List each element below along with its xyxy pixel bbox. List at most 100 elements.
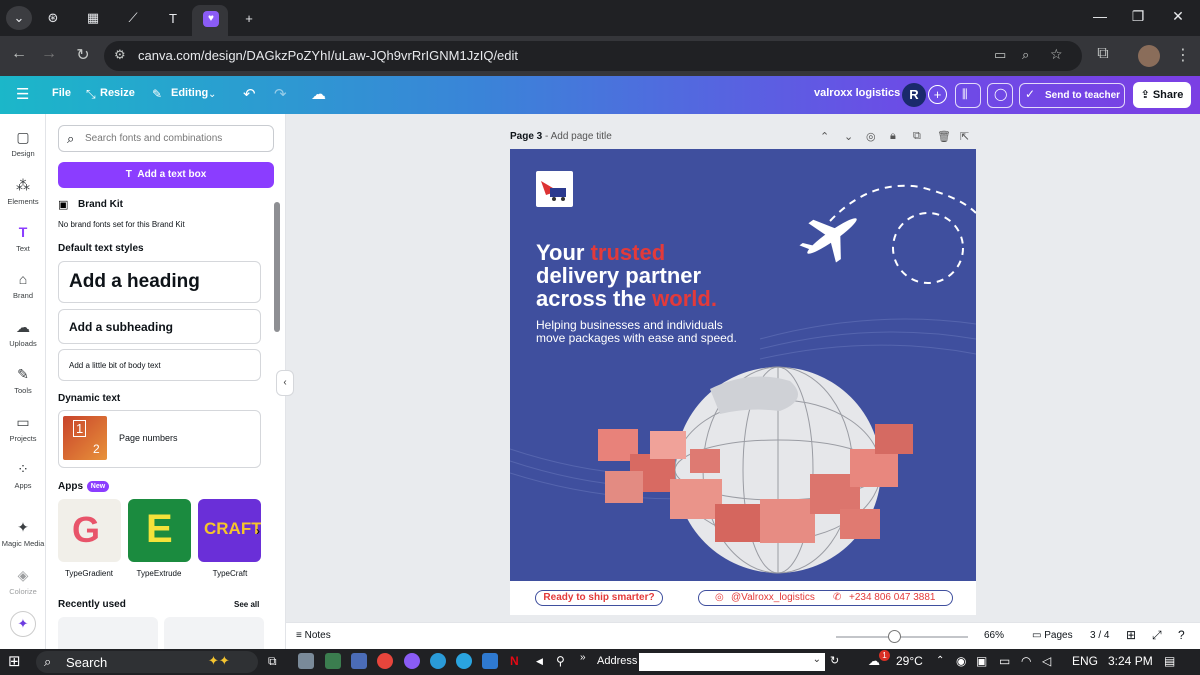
typeextrude-app[interactable]: E	[128, 499, 191, 562]
language-indicator[interactable]: ENG	[1072, 654, 1098, 668]
grid-view-icon[interactable]: ⊞	[1126, 628, 1136, 642]
chrome-menu-icon[interactable]: ⋮	[1172, 45, 1194, 65]
rail-item-colorize[interactable]: ◈ Colorize	[0, 566, 46, 596]
app-icon[interactable]	[325, 653, 341, 669]
wifi-icon[interactable]: ◠	[1021, 654, 1031, 668]
design-canvas[interactable]: Your trusted delivery partner across the…	[510, 149, 976, 615]
taskbar-search[interactable]: ⌕ Search ✦✦	[36, 651, 258, 673]
address-toolbar-input[interactable]: ⌄	[639, 653, 825, 671]
tab-search-icon[interactable]: ⌄	[6, 6, 32, 30]
cast-icon[interactable]: ▭	[994, 47, 1006, 63]
add-subheading-button[interactable]: Add a subheading	[58, 309, 261, 344]
add-page-icon[interactable]: ⇱	[960, 130, 969, 143]
page-down-icon[interactable]: ⌄	[844, 130, 853, 143]
undo-icon[interactable]: ↶	[243, 85, 256, 103]
cloud-sync-icon[interactable]: ☁	[311, 85, 326, 103]
rail-item-elements[interactable]: ⁂ Elements	[0, 176, 46, 206]
go-icon[interactable]: ↻	[830, 654, 839, 667]
volume-icon[interactable]: ◁	[1042, 654, 1051, 668]
delete-icon[interactable]: 🗑︎	[937, 130, 951, 143]
magic-assistant-icon[interactable]: ✦	[10, 611, 36, 637]
add-heading-button[interactable]: Add a heading	[58, 261, 261, 303]
show-hidden-icons[interactable]: ⌃	[936, 655, 944, 666]
profile-avatar[interactable]	[1138, 45, 1160, 67]
telegram-icon[interactable]	[456, 653, 472, 669]
windows-start-icon[interactable]: ⊞	[8, 652, 21, 670]
hide-page-icon[interactable]: ◎	[866, 130, 876, 143]
vscode-icon[interactable]	[482, 653, 498, 669]
editing-dropdown[interactable]: Editing	[171, 87, 208, 99]
rail-item-tools[interactable]: ✎ Tools	[0, 365, 46, 395]
panel-scrollbar[interactable]	[274, 202, 280, 332]
task-view-icon[interactable]: ⧉	[268, 654, 277, 669]
close-button[interactable]: ✕	[1168, 8, 1188, 25]
zoom-slider-handle[interactable]	[888, 630, 902, 643]
add-text-box-button[interactable]: T Add a text box	[58, 162, 274, 188]
url-text[interactable]: canva.com/design/DAGkzPoZYhI/uLaw-JQh9vr…	[138, 48, 518, 63]
add-collaborator-icon[interactable]: +	[928, 85, 947, 104]
forward-icon[interactable]: →	[38, 45, 60, 63]
notion-tab-icon[interactable]: ▦	[80, 6, 106, 30]
app-icon[interactable]	[298, 653, 314, 669]
zoom-percent[interactable]: 66%	[984, 630, 1004, 641]
notes-button[interactable]: ≡ Notes	[296, 630, 331, 641]
comment-button[interactable]: ◯	[987, 83, 1013, 108]
see-all-link[interactable]: See all	[234, 600, 259, 609]
rail-item-uploads[interactable]: ☁ Uploads	[0, 318, 46, 348]
recent-item[interactable]	[58, 617, 158, 649]
send-to-teacher-button[interactable]: ✓ Send to teacher	[1019, 83, 1125, 108]
apps-next-chevron-icon[interactable]: ›	[256, 524, 260, 538]
app-tray-icon[interactable]: ▣	[976, 654, 987, 668]
page-numbers-button[interactable]: 1 2 Page numbers	[58, 410, 261, 468]
rail-item-brand[interactable]: ⌂ Brand	[0, 270, 46, 300]
zoom-icon[interactable]: ⌕	[1022, 47, 1029, 63]
redo-icon[interactable]: ↷	[274, 85, 287, 103]
minimize-button[interactable]: —	[1090, 8, 1110, 24]
rail-item-magic-media[interactable]: ✦ Magic Media	[0, 518, 46, 548]
restore-button[interactable]: ❐	[1128, 8, 1148, 25]
typecraft-app[interactable]: CRAFT	[198, 499, 261, 562]
extensions-icon[interactable]: ⧉	[1092, 45, 1114, 63]
help-icon[interactable]: ?	[1178, 628, 1185, 642]
resize-button[interactable]: Resize	[100, 87, 135, 99]
font-search-input[interactable]: ⌕ Search fonts and combinations	[58, 125, 274, 152]
rail-item-apps[interactable]: ⁘ Apps	[0, 460, 46, 490]
site-info-icon[interactable]: ⚙	[114, 47, 126, 63]
location-icon[interactable]: ◉	[956, 654, 966, 668]
app-icon[interactable]: ⚲	[556, 654, 565, 668]
clock[interactable]: 3:24 PM	[1108, 654, 1153, 668]
insights-button[interactable]: ⫼	[955, 83, 981, 108]
share-button[interactable]: ⇪ Share	[1133, 82, 1191, 108]
chevron-down-icon[interactable]: ⌄	[813, 654, 821, 665]
back-icon[interactable]: ←	[8, 45, 30, 63]
netflix-icon[interactable]: N	[510, 654, 519, 668]
reload-icon[interactable]: ↻	[72, 45, 94, 65]
scroll-left-icon[interactable]: ◀	[536, 656, 543, 667]
page-up-icon[interactable]: ⌃	[820, 130, 829, 143]
fullscreen-icon[interactable]: ⤢	[1152, 628, 1162, 643]
file-menu[interactable]: File	[52, 87, 71, 99]
menu-icon[interactable]: ☰	[16, 85, 29, 103]
pages-button[interactable]: ▭ Pages	[1032, 630, 1073, 641]
recent-item[interactable]	[164, 617, 264, 649]
design-title[interactable]: valroxx logistics	[814, 87, 900, 99]
copilot-icon[interactable]	[404, 653, 420, 669]
zoom-slider[interactable]	[836, 636, 968, 638]
openai-tab-icon[interactable]: ⊛	[40, 6, 66, 30]
bookmark-star-icon[interactable]: ☆	[1050, 46, 1063, 63]
battery-icon[interactable]: ▭	[999, 654, 1010, 668]
duplicate-icon[interactable]: ⧉	[913, 130, 921, 143]
chrome-icon[interactable]	[377, 653, 393, 669]
chevron-down-icon[interactable]: ⌄	[208, 89, 216, 100]
add-page-title[interactable]: Add page title	[551, 131, 612, 142]
app-icon[interactable]	[351, 653, 367, 669]
add-body-text-button[interactable]: Add a little bit of body text	[58, 349, 261, 381]
perplexity-tab-icon[interactable]: ⟋	[120, 6, 146, 30]
address-bar[interactable]: ⚙ canva.com/design/DAGkzPoZYhI/uLaw-JQh9…	[104, 41, 1082, 71]
rail-item-text[interactable]: T Text	[0, 223, 46, 253]
edge-icon[interactable]	[430, 653, 446, 669]
typegradient-app[interactable]: G	[58, 499, 121, 562]
rail-item-design[interactable]: ▢ Design	[0, 128, 46, 158]
user-avatar[interactable]: R	[902, 83, 926, 107]
overflow-icon[interactable]: »	[580, 652, 586, 663]
